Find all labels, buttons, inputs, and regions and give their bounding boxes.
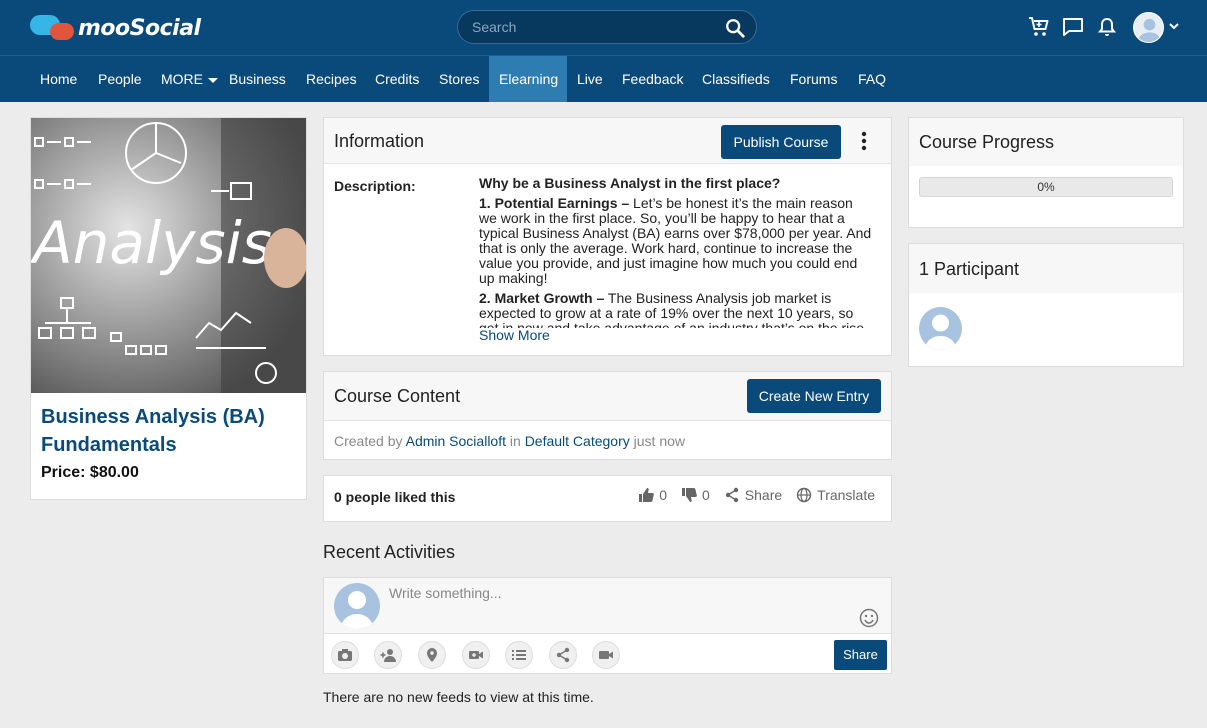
likes-panel: 0 people liked this 0 0 Share Translate [323,475,892,522]
thumbs-down-icon [682,488,697,502]
nav-item-more[interactable]: MORE [151,56,228,102]
course-content-panel: Course Content Create New Entry Created … [323,371,892,460]
share-icon [556,647,570,663]
course-progress-header: Course Progress [909,118,1183,166]
course-thumbnail[interactable]: Analysis [31,118,306,393]
list-tool-button[interactable] [505,641,533,669]
nav-item-live[interactable]: Live [567,56,613,102]
composer-avatar [334,583,380,629]
description-body: Why be a Business Analyst in the first p… [479,176,874,328]
composer-avatar-icon [340,591,374,629]
category-link[interactable]: Default Category [525,433,630,449]
description-paragraph-2: 2. Market Growth – The Business Analysis… [479,290,868,329]
nav-item-business[interactable]: Business [219,56,296,102]
messages-icon[interactable] [1061,15,1085,39]
nav-item-credits[interactable]: Credits [365,56,429,102]
course-progress-panel: Course Progress 0% [908,117,1184,228]
course-price: Price: $80.00 [41,464,139,481]
created-by-line: Created by Admin Socialloft in Default C… [334,433,685,449]
chevron-down-icon[interactable] [1167,19,1181,33]
notifications-icon[interactable] [1095,15,1119,39]
course-content-header: Course Content Create New Entry [324,372,891,421]
author-link[interactable]: Admin Socialloft [406,433,506,449]
course-title[interactable]: Business Analysis (BA) Fundamentals [41,403,296,459]
thumbs-up-icon [639,488,655,502]
nav-item-stores[interactable]: Stores [429,56,489,102]
activity-composer: Share [323,577,892,674]
status-input[interactable] [389,583,849,603]
description-label: Description: [334,178,416,194]
emoji-icon[interactable] [859,608,879,628]
user-avatar-icon [1137,18,1162,42]
nav-item-recipes[interactable]: Recipes [296,56,367,102]
logo-icon [30,13,76,43]
information-header: Information Publish Course [324,118,891,164]
site-logo[interactable]: mooSocial [30,13,201,43]
search-box [457,10,757,44]
progress-bar: 0% [919,177,1173,197]
participants-panel: 1 Participant [908,243,1184,367]
nav-item-home[interactable]: Home [30,56,87,102]
search-icon[interactable] [724,17,746,39]
course-progress-title: Course Progress [919,132,1055,152]
participant-avatar-icon [924,314,957,350]
progress-value: 0% [1037,180,1055,194]
globe-icon [796,487,812,503]
participants-title: 1 Participant [919,259,1020,279]
participants-header: 1 Participant [909,244,1183,293]
share-icon [725,487,738,503]
share-link[interactable]: Share [724,487,782,503]
course-thumbnail-illustration: Analysis [31,118,306,393]
live-video-tool-button[interactable] [592,641,620,669]
nav-item-forums[interactable]: Forums [780,56,847,102]
likes-summary[interactable]: 0 people liked this [334,489,455,505]
search-input[interactable] [472,17,712,37]
post-share-button[interactable]: Share [834,640,887,670]
top-header: mooSocial [0,0,1207,55]
location-tool-button[interactable] [418,641,446,669]
cart-icon[interactable] [1027,15,1051,39]
add-person-icon [380,649,396,662]
main-nav: Home People MORE Business Recipes Credit… [0,55,1207,102]
course-content-title: Course Content [334,386,461,406]
tag-people-button[interactable] [374,641,402,669]
thumbnail-text: Analysis [31,209,272,277]
nav-item-elearning[interactable]: Elearning [489,56,567,102]
composer-top [324,578,891,634]
logo-text: mooSocial [78,15,201,41]
more-options-icon[interactable] [856,131,872,151]
video-camera-icon [599,651,613,659]
list-icon [512,650,526,660]
information-title: Information [334,131,425,151]
information-panel: Information Publish Course Description: … [323,117,892,356]
publish-course-button[interactable]: Publish Course [721,125,841,159]
location-pin-icon [427,648,437,662]
description-paragraph-1: 1. Potential Earnings – Let’s be honest … [479,195,872,286]
create-new-entry-button[interactable]: Create New Entry [747,379,881,413]
description-heading: Why be a Business Analyst in the first p… [479,176,781,191]
nav-item-classifieds[interactable]: Classifieds [692,56,780,102]
reaction-bar: 0 0 Share Translate [630,487,875,503]
nav-item-people[interactable]: People [88,56,152,102]
recent-activities-title: Recent Activities [323,542,456,562]
nav-item-faq[interactable]: FAQ [848,56,896,102]
camera-icon [338,649,352,661]
participant-avatar[interactable] [919,307,962,350]
show-more-link[interactable]: Show More [479,327,550,343]
course-card: Analysis Business Analysis (BA) Fundamen… [30,117,307,500]
video-tool-button[interactable] [462,641,490,669]
photo-tool-button[interactable] [331,641,359,669]
nav-item-feedback[interactable]: Feedback [612,56,693,102]
video-add-icon [469,651,483,659]
user-avatar[interactable] [1133,12,1164,43]
like-button[interactable]: 0 [638,487,667,503]
share-tool-button[interactable] [549,641,577,669]
dislike-button[interactable]: 0 [681,487,710,503]
translate-link[interactable]: Translate [796,487,875,503]
empty-feed-message: There are no new feeds to view at this t… [323,689,594,705]
caret-down-icon [208,77,218,83]
